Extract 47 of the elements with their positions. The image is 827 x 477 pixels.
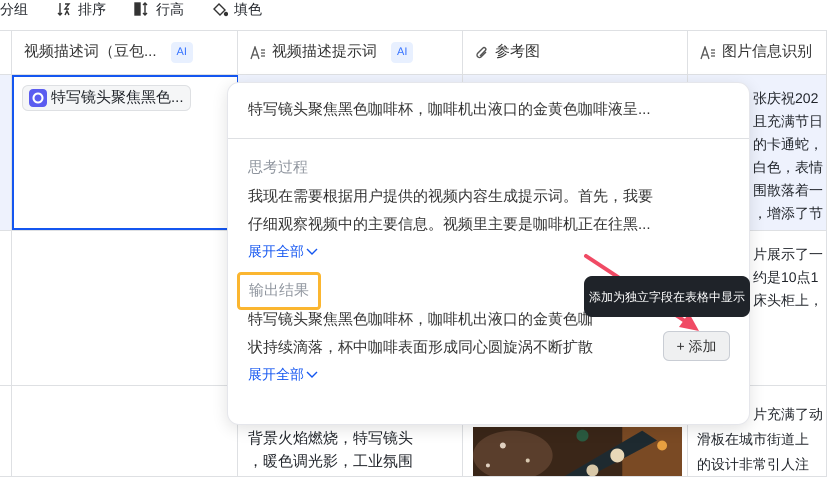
cell-text-line: 围散落着一 [753,182,823,198]
cell-text-line: 的设计非常引人注 [697,456,809,472]
ai-badge: AI [170,42,193,63]
cell-text-line: ，增添了节 [753,205,823,221]
fill-icon [212,1,228,17]
column-title: 图片信息识别 [722,42,812,62]
expand-all-link[interactable]: 展开全部 [248,364,318,385]
cell-text-line: 约是10点1 [753,269,818,285]
cell-text-line: 且充满节日 [753,113,823,129]
expand-all-link[interactable]: 展开全部 [248,241,318,262]
column-header[interactable]: 视频描述词（豆包... AI [12,31,238,74]
cell-text-line: 背景火焰燃烧，特写镜头 [248,430,413,447]
column-title: 视频描述提示词 [272,42,377,62]
section-title: 思考过程 [248,158,308,178]
column-header[interactable]: 视频描述提示词 AI [238,31,463,74]
ai-badge: AI [391,42,414,63]
section-title: 输出结果 [237,272,321,310]
toolbar-button[interactable]: 填色 [212,0,262,18]
section-text-line: 仔细观察视频中的主要信息。视频里主要是咖啡机正在往黑... [248,216,651,233]
row-height-icon [134,1,150,17]
cell-text-line: 片充满了动 [753,406,823,422]
cell-text-line: 张庆祝202 [753,90,818,106]
cell-text-line: 床头柜上， [753,292,823,308]
column-title: 视频描述词（豆包... [24,42,157,62]
add-button[interactable]: + 添加 [663,331,730,361]
section-text-line: 状持续滴落，杯中咖啡表面形成同心圆旋涡不断扩散 [248,339,593,356]
text-field-icon [700,46,716,60]
column-header[interactable]: 参考图 [463,31,688,74]
cell-text-line: 片展示了一 [753,246,823,262]
column-title: 参考图 [495,42,540,62]
summary-text: 特写镜头聚焦黑色咖啡杯，咖啡机出液口的金黄色咖啡液呈... [228,83,749,139]
cell-text-line: 白色，表情 [753,159,823,175]
sort-icon [56,1,72,17]
chevron-down-icon [306,248,318,256]
cell-text-line: ，暖色调光影，工业氛围 [248,453,413,470]
video-chip[interactable]: 特写镜头聚焦黑色... [22,85,191,111]
cell-text-line: 滑板在城市街道上 [697,431,809,447]
cell-text-line: 的卡通蛇， [753,136,823,152]
video-logo-icon [29,89,47,107]
paperclip-icon [475,44,489,60]
toolbar-button[interactable]: 分组 [0,0,28,18]
text-field-icon [250,46,266,60]
toolbar-button[interactable]: 行高 [134,0,184,18]
toolbar-button[interactable]: 排序 [56,0,106,18]
section-text-line: 我现在需要根据用户提供的视频内容生成提示词。首先，我要 [248,188,653,205]
chevron-down-icon [306,370,318,378]
column-header[interactable]: 图片信息识别 [688,31,827,74]
